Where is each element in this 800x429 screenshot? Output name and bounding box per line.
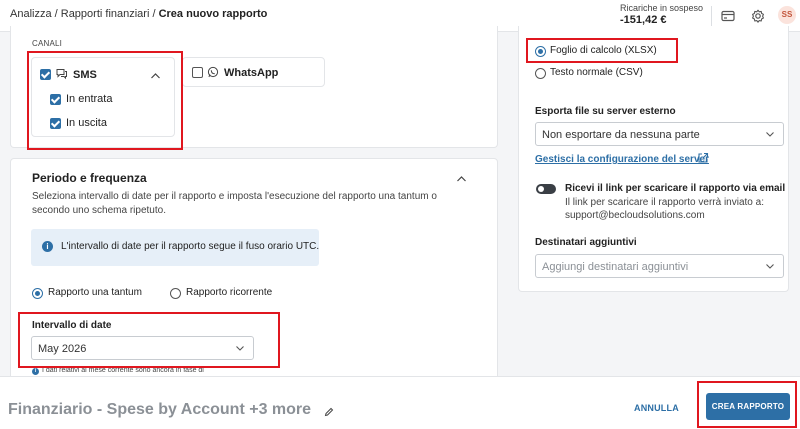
breadcrumb-current: Crea nuovo rapporto [158, 8, 268, 20]
pending-balance-value: -151,42 € [620, 14, 667, 26]
data-note-text: I dati relativi al mese corrente sono an… [42, 367, 204, 374]
whatsapp-checkbox[interactable] [192, 67, 203, 78]
cancel-button[interactable]: ANNULLA [634, 403, 679, 413]
pending-balance-label: Ricariche in sospeso [620, 3, 704, 13]
data-note-icon: i [32, 368, 39, 375]
period-title: Periodo e frequenza [32, 171, 147, 185]
header-divider [711, 6, 712, 26]
utc-info-box: i L'intervallo di date per il rapporto s… [31, 229, 319, 266]
recurring-report-label[interactable]: Rapporto ricorrente [186, 287, 272, 298]
csv-format-radio[interactable] [535, 68, 546, 79]
highlight-xlsx-frame [526, 38, 678, 63]
csv-format-label[interactable]: Testo normale (CSV) [550, 67, 643, 78]
email-link-description: Il link per scaricare il rapporto verrà … [565, 197, 764, 208]
breadcrumb-rapporti-finanziari[interactable]: Rapporti finanziari [61, 8, 150, 20]
chevron-down-icon [766, 132, 774, 137]
period-collapse-chevron-icon[interactable] [456, 172, 467, 186]
channels-title: CANALI [32, 39, 63, 48]
recipients-label: Destinatari aggiuntivi [535, 237, 637, 248]
email-link-toggle[interactable] [536, 184, 556, 194]
pencil-icon[interactable] [324, 406, 334, 420]
email-link-title: Ricevi il link per scaricare il rapporto… [565, 183, 786, 194]
gear-icon[interactable] [751, 9, 765, 23]
whatsapp-label[interactable]: WhatsApp [224, 67, 278, 79]
highlight-sms-frame [27, 51, 183, 150]
recipients-placeholder: Aggiungi destinatari aggiuntivi [542, 261, 689, 273]
recipients-select[interactable]: Aggiungi destinatari aggiuntivi [535, 254, 784, 278]
whatsapp-icon [207, 66, 219, 81]
breadcrumb: Analizza / Rapporti finanziari / Crea nu… [10, 8, 267, 20]
info-icon: i [42, 241, 53, 252]
period-description: Seleziona intervallo di date per il rapp… [32, 191, 437, 216]
footer-bar: Finanziario - Spese by Account +3 more A… [0, 376, 800, 429]
utc-info-text: L'intervallo di date per il rapporto seg… [61, 241, 320, 252]
one-time-report-label[interactable]: Rapporto una tantum [48, 287, 142, 298]
recurring-report-radio[interactable] [170, 288, 181, 299]
pending-balance: Ricariche in sospeso -151,42 € [620, 3, 703, 26]
report-name: Finanziario - Spese by Account +3 more [8, 401, 312, 418]
breadcrumb-separator: / [149, 8, 159, 20]
chevron-down-icon [766, 264, 774, 269]
breadcrumb-analizza[interactable]: Analizza [10, 8, 52, 20]
export-server-value: Non esportare da nessuna parte [542, 129, 700, 141]
card-icon[interactable] [721, 9, 735, 23]
external-link-icon[interactable] [697, 152, 709, 167]
avatar[interactable]: SS [778, 6, 796, 24]
export-server-select[interactable]: Non esportare da nessuna parte [535, 122, 784, 146]
export-server-label: Esporta file su server esterno [535, 106, 676, 117]
email-link-address: support@becloudsolutions.com [565, 210, 705, 221]
one-time-report-radio[interactable] [32, 288, 43, 299]
highlight-date-range-frame [18, 312, 280, 368]
manage-server-link[interactable]: Gestisci la configurazione del server [535, 154, 709, 165]
highlight-create-frame [697, 381, 797, 428]
breadcrumb-separator: / [51, 8, 61, 20]
